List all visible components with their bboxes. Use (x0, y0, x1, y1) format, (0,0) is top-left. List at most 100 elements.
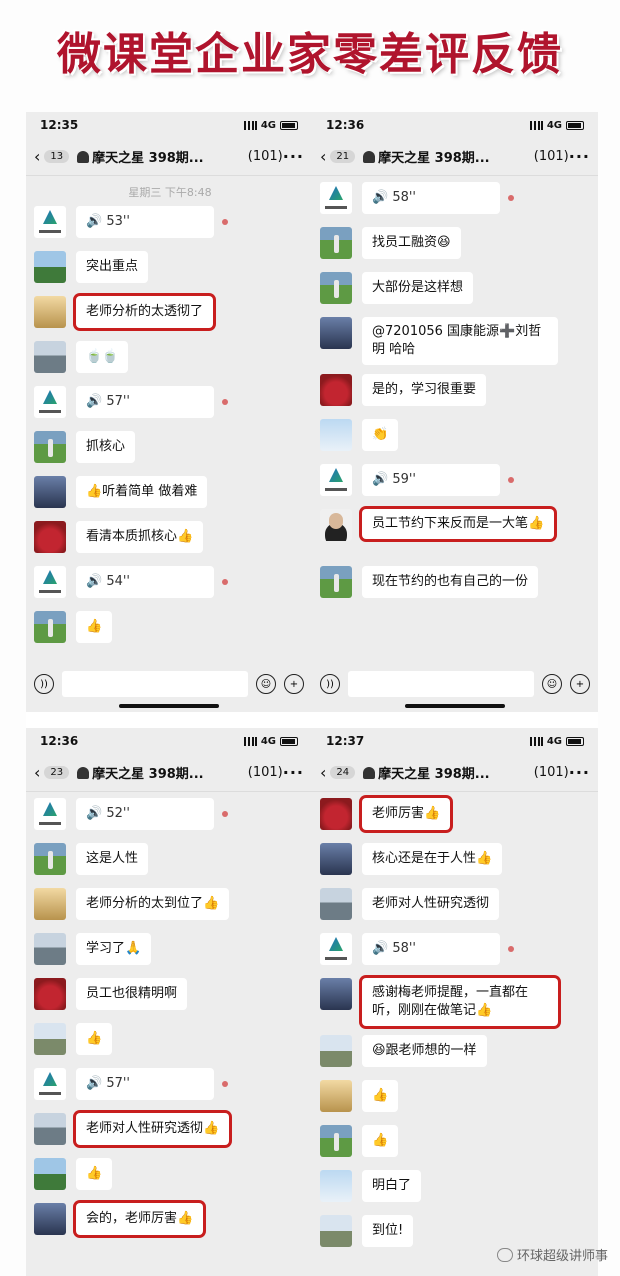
message-row: 老师对人性研究透彻👍 (34, 1113, 306, 1145)
message-row: 老师厉害👍 (320, 798, 592, 830)
avatar[interactable] (34, 341, 66, 373)
avatar[interactable] (34, 1023, 66, 1055)
avatar[interactable] (320, 888, 352, 920)
back-arrow-icon[interactable]: ‹ (320, 147, 326, 166)
voice-message-bubble[interactable]: 🔊 57'' (76, 1068, 214, 1100)
avatar[interactable] (320, 227, 352, 259)
emoji-icon[interactable]: ☺ (256, 674, 276, 694)
avatar[interactable] (320, 419, 352, 451)
message-row: 突出重点 (34, 251, 306, 283)
avatar[interactable] (34, 386, 66, 418)
message-list[interactable]: 🔊 58'' 找员工融资😆 大部份是这样想 @7201056 国康能源➕刘哲明 哈哈是… (312, 176, 598, 672)
more-icon[interactable]: ··· (283, 147, 304, 166)
back-arrow-icon[interactable]: ‹ (34, 763, 40, 782)
message-row: 👏 (320, 419, 592, 451)
unread-badge[interactable]: 23 (44, 766, 70, 779)
voice-message-bubble[interactable]: 🔊 57'' (76, 386, 214, 418)
voice-message-bubble[interactable]: 🔊 54'' (76, 566, 214, 598)
unread-badge[interactable]: 13 (44, 150, 70, 163)
voice-message-bubble[interactable]: 🔊 52'' (76, 798, 214, 830)
avatar[interactable] (34, 611, 66, 643)
avatar[interactable] (34, 431, 66, 463)
avatar[interactable] (34, 296, 66, 328)
message-list[interactable]: 🔊 52'' 这是人性 老师分析的太到位了👍 学习了🙏 员工也很精明啊 👍 🔊 57'' 老师… (26, 792, 312, 1276)
chat-title: 摩天之星 398期... (92, 767, 204, 782)
voice-message-bubble[interactable]: 🔊 58'' (362, 182, 500, 214)
message-row: 到位! (320, 1215, 592, 1247)
avatar[interactable] (34, 978, 66, 1010)
avatar[interactable] (320, 1035, 352, 1067)
message-row: 👍 (34, 1023, 306, 1055)
home-indicator (119, 704, 219, 708)
message-bubble: 👍 (362, 1080, 399, 1112)
back-arrow-icon[interactable]: ‹ (34, 147, 40, 166)
avatar[interactable] (34, 1158, 66, 1190)
more-icon[interactable]: ··· (569, 147, 590, 166)
avatar[interactable] (320, 566, 352, 598)
avatar[interactable] (34, 476, 66, 508)
voice-toggle-icon[interactable]: )) (320, 674, 340, 694)
battery-icon (280, 736, 298, 746)
message-bubble: 👍 (76, 1158, 113, 1190)
message-bubble: 会的，老师厉害👍 (76, 1203, 204, 1235)
more-icon[interactable]: ··· (283, 763, 304, 782)
avatar[interactable] (320, 317, 352, 349)
more-icon[interactable]: ··· (569, 763, 590, 782)
avatar[interactable] (34, 1113, 66, 1145)
message-bubble: 突出重点 (76, 251, 149, 283)
avatar[interactable] (320, 798, 352, 830)
avatar[interactable] (320, 1170, 352, 1202)
emoji-icon[interactable]: ☺ (542, 674, 562, 694)
avatar[interactable] (34, 1068, 66, 1100)
avatar[interactable] (320, 978, 352, 1010)
status-bar: 12:37 4G (312, 728, 598, 754)
unplayed-dot (222, 811, 228, 817)
avatar[interactable] (34, 843, 66, 875)
avatar[interactable] (320, 374, 352, 406)
avatar[interactable] (320, 1215, 352, 1247)
group-icon (363, 766, 376, 779)
voice-toggle-icon[interactable]: )) (34, 674, 54, 694)
avatar[interactable] (34, 206, 66, 238)
avatar[interactable] (34, 933, 66, 965)
avatar[interactable] (34, 888, 66, 920)
chat-header: ‹ 21 摩天之星 398期... (101) ··· (312, 138, 598, 176)
message-bubble: 老师分析的太透彻了 (76, 296, 214, 328)
message-bubble: 是的，学习很重要 (362, 374, 487, 406)
message-list[interactable]: 老师厉害👍 核心还是在于人性👍 老师对人性研究透彻 🔊 58'' 感谢梅老师提醒，一直都… (312, 792, 598, 1276)
avatar[interactable] (320, 509, 352, 541)
avatar[interactable] (34, 566, 66, 598)
banner-title: 微课堂企业家零差评反馈 (57, 29, 563, 80)
add-icon[interactable]: + (284, 674, 304, 694)
avatar[interactable] (320, 933, 352, 965)
avatar[interactable] (320, 182, 352, 214)
member-count: (101) (533, 149, 569, 164)
message-list[interactable]: 星期三 下午8:48 🔊 53'' 突出重点 老师分析的太透彻了 🍵🍵 🔊 57'' 抓核心… (26, 176, 312, 672)
avatar[interactable] (34, 251, 66, 283)
network-label: 4G (260, 735, 276, 747)
unplayed-dot (222, 579, 228, 585)
avatar[interactable] (320, 1125, 352, 1157)
unplayed-dot (222, 399, 228, 405)
back-arrow-icon[interactable]: ‹ (320, 763, 326, 782)
voice-message-bubble[interactable]: 🔊 53'' (76, 206, 214, 238)
add-icon[interactable]: + (570, 674, 590, 694)
message-input[interactable] (62, 671, 248, 697)
voice-message-bubble[interactable]: 🔊 59'' (362, 464, 500, 496)
message-bubble: 找员工融资😆 (362, 227, 461, 259)
voice-message-bubble[interactable]: 🔊 58'' (362, 933, 500, 965)
message-row: 👍 (320, 1125, 592, 1157)
avatar[interactable] (34, 521, 66, 553)
message-row: 👍 (320, 1080, 592, 1112)
page: 微课堂企业家零差评反馈 12:35 4G ‹ 13 摩天之星 398期... (101) ·… (0, 0, 620, 1276)
avatar[interactable] (34, 798, 66, 830)
avatar[interactable] (320, 272, 352, 304)
message-input[interactable] (348, 671, 534, 697)
avatar[interactable] (320, 1080, 352, 1112)
avatar[interactable] (34, 1203, 66, 1235)
unread-badge[interactable]: 21 (330, 150, 356, 163)
avatar[interactable] (320, 843, 352, 875)
avatar[interactable] (320, 464, 352, 496)
member-count: (101) (533, 765, 569, 780)
unread-badge[interactable]: 24 (330, 766, 356, 779)
